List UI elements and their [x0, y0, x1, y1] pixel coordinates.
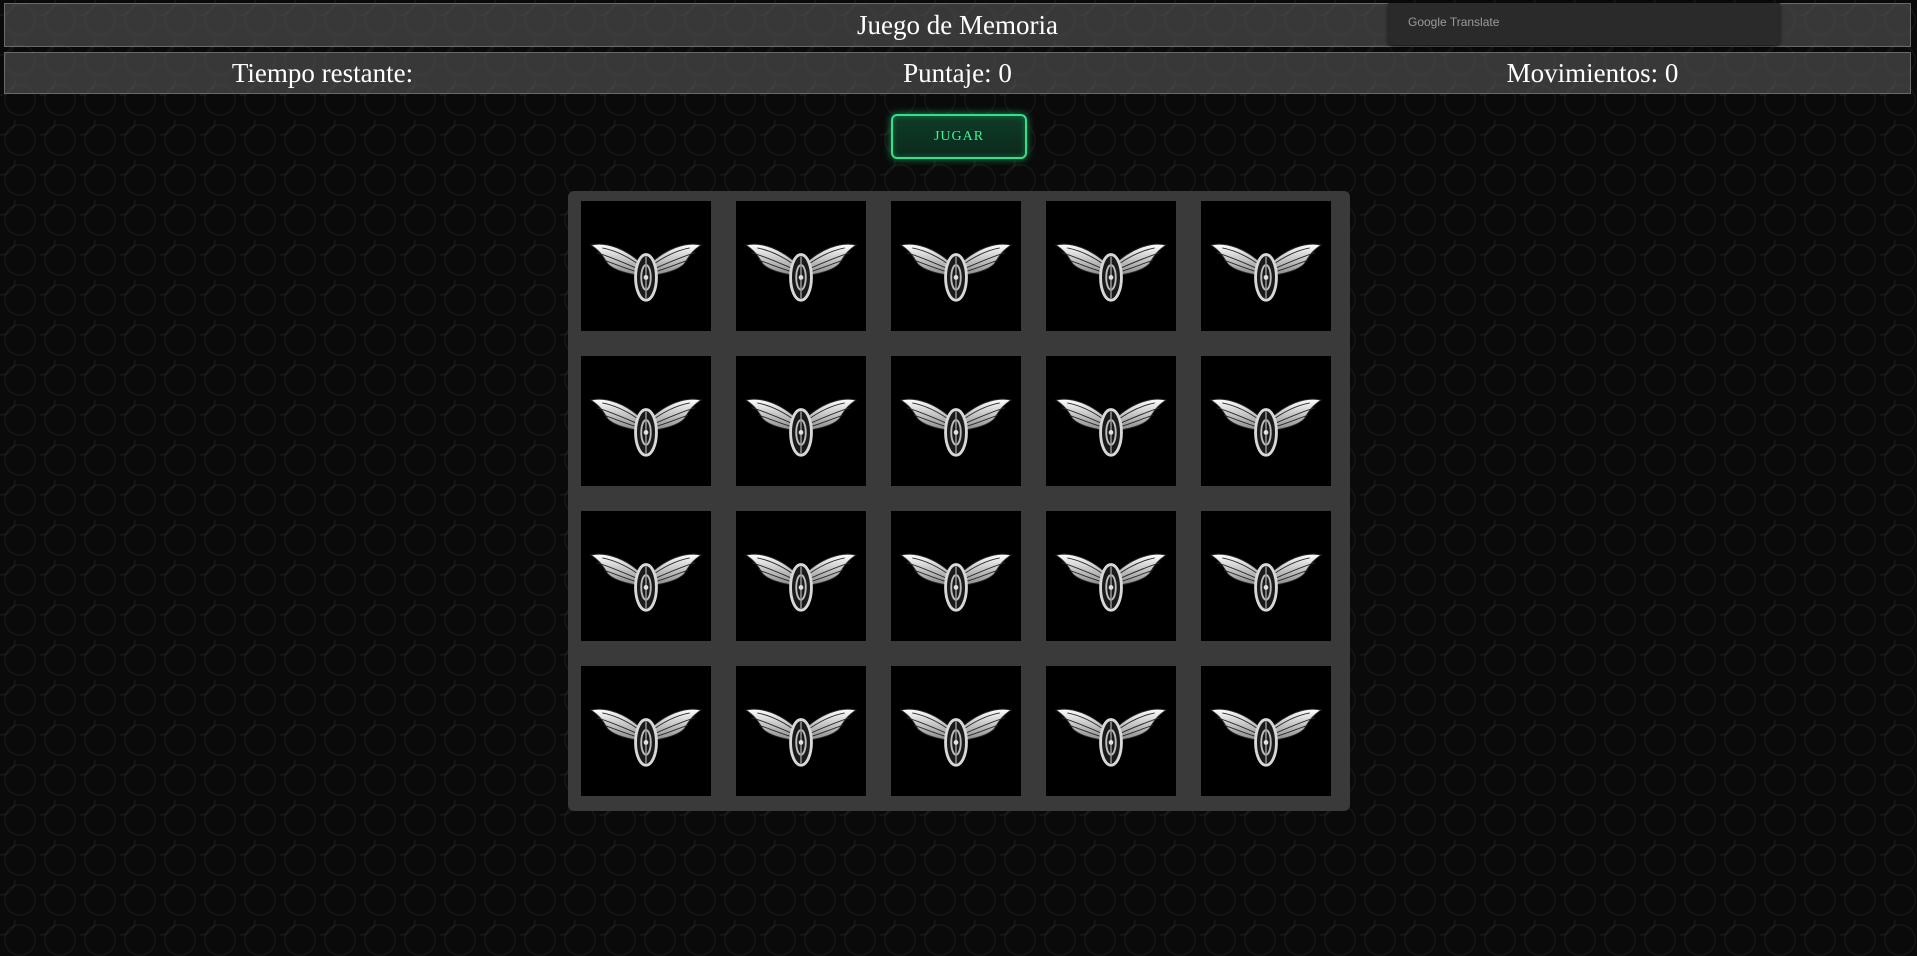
- winged-wheel-icon: [899, 553, 1013, 612]
- google-translate-widget[interactable]: Google Translate: [1388, 3, 1780, 45]
- winged-wheel-icon: [1054, 243, 1168, 302]
- memory-card-15[interactable]: [1201, 511, 1331, 641]
- moves-counter: Movimientos: 0: [1506, 57, 1679, 88]
- game-board: [568, 191, 1350, 811]
- stats-bar: Tiempo restante: Puntaje: 0 Movimientos:…: [4, 52, 1911, 94]
- memory-card-7[interactable]: [736, 356, 866, 486]
- memory-card-18[interactable]: [891, 666, 1021, 796]
- memory-card-1[interactable]: [581, 201, 711, 331]
- winged-wheel-icon: [589, 398, 703, 457]
- winged-wheel-icon: [1209, 553, 1323, 612]
- memory-card-10[interactable]: [1201, 356, 1331, 486]
- winged-wheel-icon: [744, 553, 858, 612]
- memory-card-9[interactable]: [1046, 356, 1176, 486]
- memory-card-12[interactable]: [736, 511, 866, 641]
- memory-card-4[interactable]: [1046, 201, 1176, 331]
- winged-wheel-icon: [899, 708, 1013, 767]
- winged-wheel-icon: [1054, 398, 1168, 457]
- page-title: Juego de Memoria: [857, 9, 1058, 40]
- time-remaining: Tiempo restante:: [231, 57, 414, 88]
- memory-card-13[interactable]: [891, 511, 1021, 641]
- memory-card-19[interactable]: [1046, 666, 1176, 796]
- play-button[interactable]: JUGAR: [891, 114, 1027, 159]
- memory-card-2[interactable]: [736, 201, 866, 331]
- winged-wheel-icon: [899, 398, 1013, 457]
- memory-card-14[interactable]: [1046, 511, 1176, 641]
- winged-wheel-icon: [1054, 708, 1168, 767]
- memory-card-8[interactable]: [891, 356, 1021, 486]
- winged-wheel-icon: [899, 243, 1013, 302]
- winged-wheel-icon: [1054, 553, 1168, 612]
- memory-card-5[interactable]: [1201, 201, 1331, 331]
- winged-wheel-icon: [589, 243, 703, 302]
- winged-wheel-icon: [1209, 708, 1323, 767]
- winged-wheel-icon: [589, 553, 703, 612]
- memory-card-3[interactable]: [891, 201, 1021, 331]
- memory-card-11[interactable]: [581, 511, 711, 641]
- memory-card-20[interactable]: [1201, 666, 1331, 796]
- winged-wheel-icon: [589, 708, 703, 767]
- winged-wheel-icon: [744, 243, 858, 302]
- winged-wheel-icon: [1209, 398, 1323, 457]
- score: Puntaje: 0: [903, 57, 1012, 88]
- memory-card-17[interactable]: [736, 666, 866, 796]
- winged-wheel-icon: [744, 708, 858, 767]
- memory-card-16[interactable]: [581, 666, 711, 796]
- google-translate-label: Google Translate: [1408, 15, 1500, 29]
- memory-card-6[interactable]: [581, 356, 711, 486]
- winged-wheel-icon: [1209, 243, 1323, 302]
- winged-wheel-icon: [744, 398, 858, 457]
